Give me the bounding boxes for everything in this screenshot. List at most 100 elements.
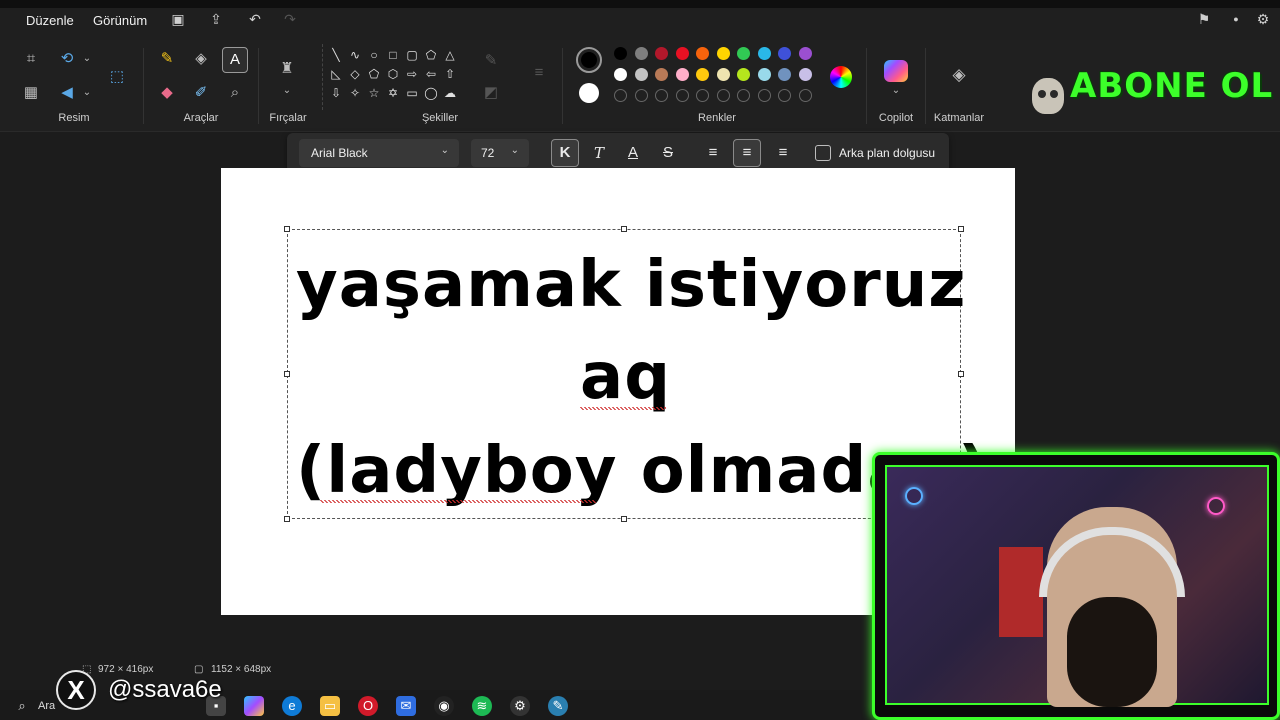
rotate-dropdown-icon[interactable]: ⌄ [76,48,98,70]
menu-view[interactable]: Görünüm [93,13,147,28]
color-picker-icon[interactable]: ✐ [190,82,212,104]
font-family-select[interactable]: Arial Black ⌄ [299,139,459,167]
color-swatch[interactable] [655,47,668,60]
five-point-star-shape-icon[interactable]: ☆ [367,86,381,100]
pencil-icon[interactable]: ✎ [156,48,178,70]
custom-color-slot[interactable] [696,89,709,102]
resize-handle[interactable] [958,226,964,232]
redo-icon[interactable]: ↷ [282,11,298,27]
paint-app-icon[interactable]: ✎ [548,696,568,716]
align-left-icon[interactable]: ≡ [699,139,727,167]
group-label-layers[interactable]: Katmanlar [930,112,988,124]
color-swatch[interactable] [634,68,648,81]
magnifier-icon[interactable]: ⌕ [224,82,246,104]
layers-icon[interactable]: ◈ [948,64,970,86]
rotate-icon[interactable]: ⟲ [56,48,78,70]
color-swatch[interactable] [757,68,771,81]
rectangle-shape-icon[interactable]: □ [386,48,400,62]
underline-icon[interactable]: A [619,139,647,167]
color-swatch[interactable] [798,68,812,81]
account-icon[interactable]: ● [1228,11,1244,27]
taskbar-search-label[interactable]: Ara [38,700,55,712]
triangle-shape-icon[interactable]: △ [443,48,457,62]
undo-icon[interactable]: ↶ [247,11,263,27]
custom-color-slot[interactable] [716,89,730,102]
diamond-shape-icon[interactable]: ◇ [348,67,362,81]
callout-oval-shape-icon[interactable]: ◯ [424,86,438,100]
resize-handle[interactable] [284,371,290,377]
color-swatch[interactable] [737,68,750,81]
pentagon-shape-icon[interactable]: ⬠ [367,67,381,81]
custom-color-slot[interactable] [614,89,627,102]
share-icon[interactable]: ⇪ [208,11,224,27]
strikethrough-icon[interactable]: S [654,139,682,167]
color-swatch[interactable] [778,47,791,60]
align-right-icon[interactable]: ≡ [769,139,797,167]
shape-outline-icon[interactable]: ✎ [480,50,502,72]
flip-dropdown-icon[interactable]: ⌄ [76,82,98,104]
flip-icon[interactable]: ◀ [56,82,78,104]
color-swatch[interactable] [634,47,648,60]
font-size-select[interactable]: 72 ⌄ [471,139,529,167]
color-swatch[interactable] [696,68,709,81]
custom-color-slot[interactable] [675,89,689,102]
color-swatch[interactable] [778,68,791,81]
custom-color-slot[interactable] [798,89,812,102]
custom-color-slot[interactable] [634,89,648,102]
resize-handle[interactable] [621,226,627,232]
copilot-dropdown-icon[interactable]: ⌄ [885,80,907,102]
resize-handle[interactable] [284,226,290,232]
hexagon-shape-icon[interactable]: ⬡ [386,67,400,81]
steam-icon[interactable]: ⚙ [510,696,530,716]
bold-icon[interactable]: K [551,139,579,167]
six-point-star-shape-icon[interactable]: ✡ [386,86,400,100]
resize-icon[interactable]: ▦ [20,82,42,104]
italic-icon[interactable]: T [585,139,613,167]
primary-color[interactable] [576,47,602,73]
color-swatch[interactable] [655,68,668,81]
secondary-color[interactable] [579,83,599,103]
color-swatch[interactable] [675,47,689,60]
brush-dropdown-icon[interactable]: ⌄ [276,80,298,102]
fill-bucket-icon[interactable]: ◈ [190,48,212,70]
right-triangle-shape-icon[interactable]: ◺ [329,67,343,81]
color-swatch[interactable] [798,47,812,60]
obs-icon[interactable]: ◉ [434,696,454,716]
shape-fill-icon[interactable]: ◩ [480,82,502,104]
settings-icon[interactable]: ⚙ [1255,11,1271,27]
brush-icon[interactable]: ♜ [276,58,298,80]
color-swatch[interactable] [614,47,627,60]
line-shape-icon[interactable]: ╲ [329,48,343,62]
save-icon[interactable]: ▣ [170,11,186,27]
color-swatch[interactable] [675,68,689,81]
copilot-app-icon[interactable] [244,696,264,716]
callout-cloud-shape-icon[interactable]: ☁ [443,86,457,100]
edit-colors-icon[interactable] [830,66,852,88]
up-arrow-shape-icon[interactable]: ⇧ [443,67,457,81]
color-swatch[interactable] [757,47,771,60]
color-swatch[interactable] [737,47,750,60]
callout-rect-shape-icon[interactable]: ▭ [405,86,419,100]
resize-handle[interactable] [284,516,290,522]
crop-icon[interactable]: ⌗ [20,48,42,70]
custom-color-slot[interactable] [757,89,771,102]
align-center-icon[interactable]: ≡ [733,139,761,167]
file-explorer-icon[interactable]: ▭ [320,696,340,716]
four-point-star-shape-icon[interactable]: ✧ [348,86,362,100]
curve-shape-icon[interactable]: ∿ [348,48,362,62]
eraser-icon[interactable]: ◆ [156,82,178,104]
color-swatch[interactable] [716,47,730,60]
feedback-icon[interactable]: ⚑ [1196,11,1212,27]
resize-handle[interactable] [958,371,964,377]
right-arrow-shape-icon[interactable]: ⇨ [405,67,419,81]
color-swatch[interactable] [614,68,627,81]
search-icon[interactable]: ⌕ [12,696,32,716]
custom-color-slot[interactable] [655,89,668,102]
menu-edit[interactable]: Düzenle [26,13,74,28]
background-fill-checkbox[interactable] [815,145,831,161]
custom-color-slot[interactable] [778,89,791,102]
mail-icon[interactable]: ✉ [396,696,416,716]
copilot-icon[interactable] [884,60,908,82]
text-tool-icon[interactable]: A [222,47,248,73]
edge-icon[interactable]: e [282,696,302,716]
